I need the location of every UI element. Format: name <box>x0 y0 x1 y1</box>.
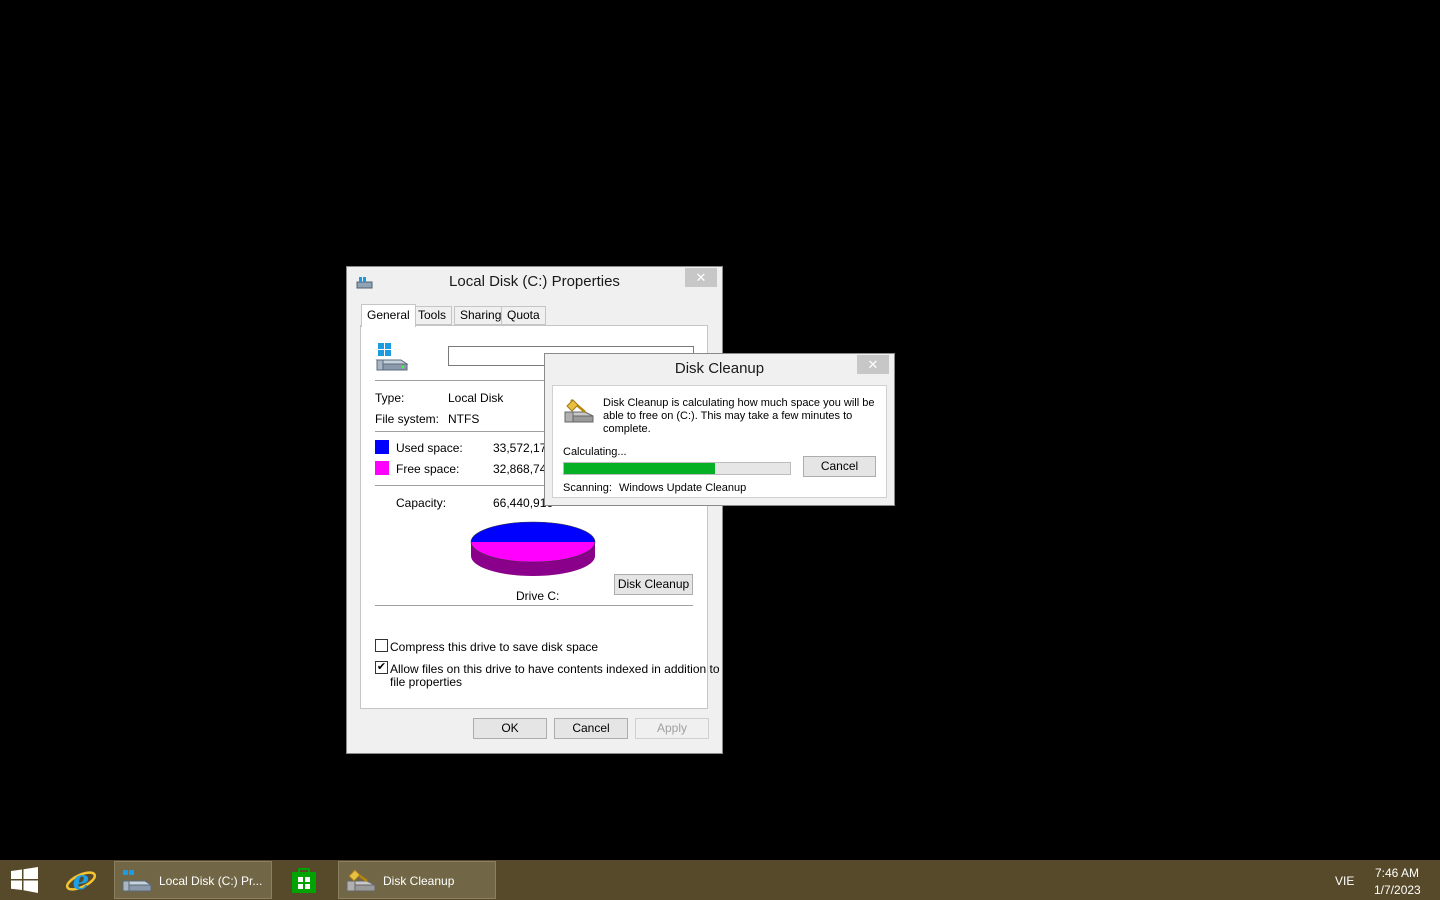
taskbar: e Local Disk (C:) Pr... Disk Cleanup VIE <box>0 860 1440 900</box>
file-system-label: File system: <box>375 412 440 426</box>
properties-titlebar[interactable]: Local Disk (C:) Properties ✕ <box>347 267 722 297</box>
tab-tools[interactable]: Tools <box>412 306 453 325</box>
close-icon: ✕ <box>867 357 879 372</box>
tab-sharing[interactable]: Sharing <box>454 306 508 325</box>
cleanup-close-button[interactable]: ✕ <box>857 355 889 374</box>
properties-close-button[interactable]: ✕ <box>685 268 717 287</box>
cleanup-message-line1: Disk Cleanup is calculating how much spa… <box>603 397 875 409</box>
cleanup-message-line2: able to free on (C:). This may take a fe… <box>603 410 853 422</box>
internet-explorer-icon: e <box>65 866 97 896</box>
properties-title: Local Disk (C:) Properties <box>449 273 620 290</box>
cleanup-titlebar[interactable]: Disk Cleanup ✕ <box>545 354 894 384</box>
windows-logo-icon <box>11 867 38 893</box>
taskbar-item-disk-cleanup[interactable]: Disk Cleanup <box>338 861 496 899</box>
internet-explorer-taskbar-button[interactable]: e <box>56 861 106 899</box>
store-icon <box>292 868 316 893</box>
divider <box>375 605 693 606</box>
used-space-label: Used space: <box>396 441 463 455</box>
drive-icon <box>121 870 153 892</box>
index-checkbox[interactable]: ✔ <box>375 661 388 674</box>
tab-quota[interactable]: Quota <box>501 306 546 325</box>
cleanup-title: Disk Cleanup <box>674 360 765 377</box>
input-language-indicator[interactable]: VIE <box>1335 874 1354 888</box>
cleanup-progress-bar <box>563 462 791 475</box>
ok-button[interactable]: OK <box>473 718 547 739</box>
clock[interactable]: 7:46 AM 1/7/2023 <box>1366 864 1428 898</box>
taskbar-item-label: Local Disk (C:) Pr... <box>159 874 263 888</box>
clock-time: 7:46 AM <box>1375 866 1420 880</box>
used-space-swatch <box>375 440 389 454</box>
scanning-label: Scanning: <box>563 482 612 494</box>
scanning-value: Windows Update Cleanup <box>619 482 747 494</box>
file-system-value: NTFS <box>448 412 480 426</box>
progress-fill <box>564 463 716 474</box>
svg-text:e: e <box>73 866 90 896</box>
type-value: Local Disk <box>448 391 504 405</box>
windows-drive-icon <box>375 343 409 371</box>
free-space-label: Free space: <box>396 462 460 476</box>
disk-cleanup-button[interactable]: Disk Cleanup <box>614 574 693 595</box>
disk-usage-pie <box>470 521 596 576</box>
properties-window: Local Disk (C:) Properties ✕ General Too… <box>346 266 723 754</box>
cleanup-cancel-button[interactable]: Cancel <box>803 456 876 477</box>
taskbar-item-label: Disk Cleanup <box>383 874 455 888</box>
cleanup-body: Disk Cleanup is calculating how much spa… <box>552 385 887 498</box>
index-label-line2: file properties <box>390 675 463 689</box>
disk-cleanup-icon <box>346 869 376 892</box>
disk-cleanup-window: Disk Cleanup ✕ Disk Cleanup is calculati… <box>544 353 895 506</box>
compress-checkbox[interactable] <box>375 639 388 652</box>
cancel-button[interactable]: Cancel <box>554 718 628 739</box>
drive-label: Drive C: <box>516 589 560 603</box>
cleanup-message-line3: complete. <box>603 423 651 435</box>
start-button[interactable] <box>0 860 50 900</box>
capacity-label: Capacity: <box>396 496 447 510</box>
compress-label: Compress this drive to save disk space <box>390 640 599 654</box>
disk-cleanup-icon <box>564 399 594 423</box>
clock-date: 1/7/2023 <box>1374 883 1421 897</box>
index-label: Allow files on this drive to have conten… <box>390 662 720 676</box>
store-taskbar-button[interactable] <box>278 861 330 899</box>
tab-general[interactable]: General <box>361 304 416 327</box>
checkmark-icon: ✔ <box>376 661 387 673</box>
calculating-label: Calculating... <box>563 446 627 458</box>
free-space-swatch <box>375 461 389 475</box>
apply-button[interactable]: Apply <box>635 718 709 739</box>
close-icon: ✕ <box>695 270 707 285</box>
type-label: Type: <box>375 391 405 405</box>
taskbar-item-properties[interactable]: Local Disk (C:) Pr... <box>114 861 272 899</box>
